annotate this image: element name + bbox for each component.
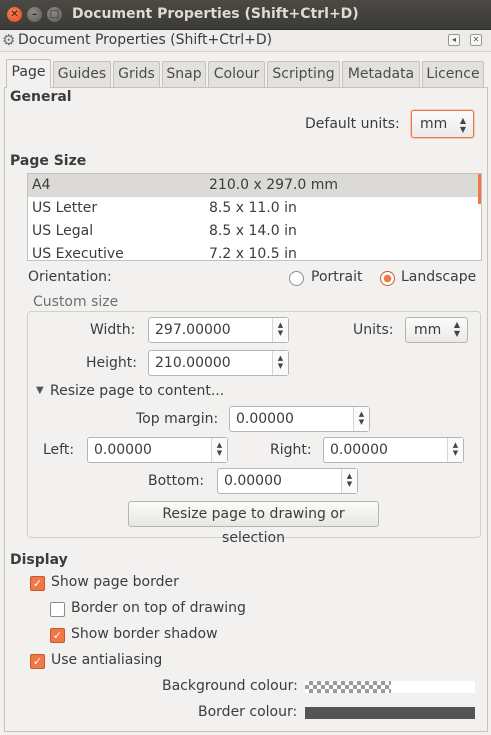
tab-colour[interactable]: Colour — [208, 61, 265, 87]
border-colour-label: Border colour: — [198, 704, 298, 720]
resize-to-drawing-button[interactable]: Resize page to drawing or selection — [128, 501, 379, 546]
spin-arrows-icon: ▲ ▼ — [453, 320, 460, 338]
units-combo[interactable]: mm ▲ ▼ — [405, 317, 468, 343]
height-spinbutton[interactable]: 210.00000 ▲ ▼ — [148, 350, 289, 376]
left-spinbutton[interactable]: 0.00000 ▲ ▼ — [87, 437, 228, 463]
gear-icon: ⚙ — [2, 31, 16, 49]
show-page-border-label[interactable]: Show page border — [51, 574, 179, 590]
display-heading: Display — [10, 552, 68, 568]
spin-arrows-icon: ▲ ▼ — [459, 116, 466, 134]
custom-size-legend: Custom size — [31, 294, 121, 310]
window-title: Document Properties (Shift+Ctrl+D) — [72, 6, 359, 22]
left-label: Left: — [43, 442, 75, 458]
spin-arrows-icon[interactable]: ▲ ▼ — [341, 469, 357, 493]
list-item[interactable]: A4 210.0 x 297.0 mm — [28, 174, 479, 197]
landscape-radio[interactable] — [380, 271, 395, 286]
show-page-border-checkbox[interactable]: ✓ — [30, 576, 45, 591]
list-item[interactable]: US Legal 8.5 x 14.0 in — [28, 220, 479, 243]
height-label: Height: — [86, 355, 137, 371]
dock-header: ⚙ Document Properties (Shift+Ctrl+D) ◂ ✕ — [0, 30, 491, 52]
units-value: mm — [414, 322, 442, 338]
show-border-shadow-label[interactable]: Show border shadow — [71, 626, 218, 642]
expander-arrow-icon[interactable]: ▼ — [36, 385, 44, 396]
width-label: Width: — [90, 322, 136, 338]
show-border-shadow-checkbox[interactable]: ✓ — [50, 628, 65, 643]
top-margin-spinbutton[interactable]: 0.00000 ▲ ▼ — [229, 406, 370, 432]
window-close-button[interactable]: ✕ — [7, 7, 22, 22]
page-size-dimensions: 8.5 x 14.0 in — [209, 223, 297, 239]
tab-scripting[interactable]: Scripting — [267, 61, 340, 87]
default-units-value: mm — [420, 116, 448, 132]
page-size-heading: Page Size — [10, 153, 87, 169]
background-colour-swatch[interactable] — [305, 681, 475, 693]
orientation-label: Orientation: — [28, 269, 112, 285]
units-label: Units: — [353, 322, 394, 338]
default-units-label: Default units: — [305, 116, 400, 132]
background-colour-label: Background colour: — [162, 678, 298, 694]
list-item[interactable]: US Letter 8.5 x 11.0 in — [28, 197, 479, 220]
left-value: 0.00000 — [94, 442, 152, 458]
height-value: 210.00000 — [155, 355, 231, 371]
tab-metadata[interactable]: Metadata — [342, 61, 420, 87]
default-units-combo[interactable]: mm ▲ ▼ — [411, 110, 474, 138]
top-margin-label: Top margin: — [136, 411, 219, 427]
list-item[interactable]: US Executive 7.2 x 10.5 in — [28, 243, 479, 261]
right-label: Right: — [270, 442, 312, 458]
spin-arrows-icon[interactable]: ▲ ▼ — [211, 438, 227, 462]
spin-arrows-icon[interactable]: ▲ ▼ — [447, 438, 463, 462]
page-size-dimensions: 210.0 x 297.0 mm — [209, 177, 339, 193]
page-size-dimensions: 7.2 x 10.5 in — [209, 246, 297, 261]
transparency-checker — [305, 681, 391, 693]
spin-arrows-icon[interactable]: ▲ ▼ — [272, 318, 288, 342]
general-heading: General — [10, 89, 72, 105]
tab-page[interactable]: Page — [6, 59, 51, 88]
use-antialiasing-checkbox[interactable]: ✓ — [30, 654, 45, 669]
page-size-list[interactable]: A4 210.0 x 297.0 mm US Letter 8.5 x 11.0… — [27, 173, 482, 261]
tab-grids[interactable]: Grids — [113, 61, 160, 87]
use-antialiasing-label[interactable]: Use antialiasing — [51, 652, 162, 668]
right-spinbutton[interactable]: 0.00000 ▲ ▼ — [323, 437, 464, 463]
page-size-name: US Letter — [32, 200, 98, 216]
border-colour-swatch[interactable] — [305, 707, 475, 719]
page-size-name: US Legal — [32, 223, 94, 239]
dock-close-button[interactable]: ✕ — [470, 34, 482, 46]
page-size-dimensions: 8.5 x 11.0 in — [209, 200, 297, 216]
portrait-radio[interactable] — [289, 271, 304, 286]
right-value: 0.00000 — [330, 442, 388, 458]
border-on-top-label[interactable]: Border on top of drawing — [71, 600, 246, 616]
window-maximize-button[interactable]: □ — [47, 7, 62, 22]
tab-licence[interactable]: Licence — [422, 61, 484, 87]
width-spinbutton[interactable]: 297.00000 ▲ ▼ — [148, 317, 289, 343]
tab-snap[interactable]: Snap — [162, 61, 206, 87]
width-value: 297.00000 — [155, 322, 231, 338]
dock-title: Document Properties (Shift+Ctrl+D) — [18, 32, 273, 48]
list-scrollbar[interactable] — [478, 174, 481, 204]
background-colour-fill — [391, 681, 475, 693]
bottom-value: 0.00000 — [224, 473, 282, 489]
page-size-name: US Executive — [32, 246, 124, 261]
border-on-top-checkbox[interactable] — [50, 602, 65, 617]
page-size-name: A4 — [32, 177, 51, 193]
tab-guides[interactable]: Guides — [53, 61, 111, 87]
dock-iconify-button[interactable]: ◂ — [448, 34, 460, 46]
spin-arrows-icon[interactable]: ▲ ▼ — [353, 407, 369, 431]
bottom-spinbutton[interactable]: 0.00000 ▲ ▼ — [217, 468, 358, 494]
landscape-label[interactable]: Landscape — [401, 269, 476, 285]
window-titlebar[interactable]: ✕ – □ Document Properties (Shift+Ctrl+D) — [0, 0, 491, 30]
top-margin-value: 0.00000 — [236, 411, 294, 427]
window-minimize-button[interactable]: – — [27, 7, 42, 22]
spin-arrows-icon[interactable]: ▲ ▼ — [272, 351, 288, 375]
resize-expander[interactable]: Resize page to content... — [50, 383, 224, 399]
portrait-label[interactable]: Portrait — [311, 269, 362, 285]
bottom-label: Bottom: — [148, 473, 205, 489]
